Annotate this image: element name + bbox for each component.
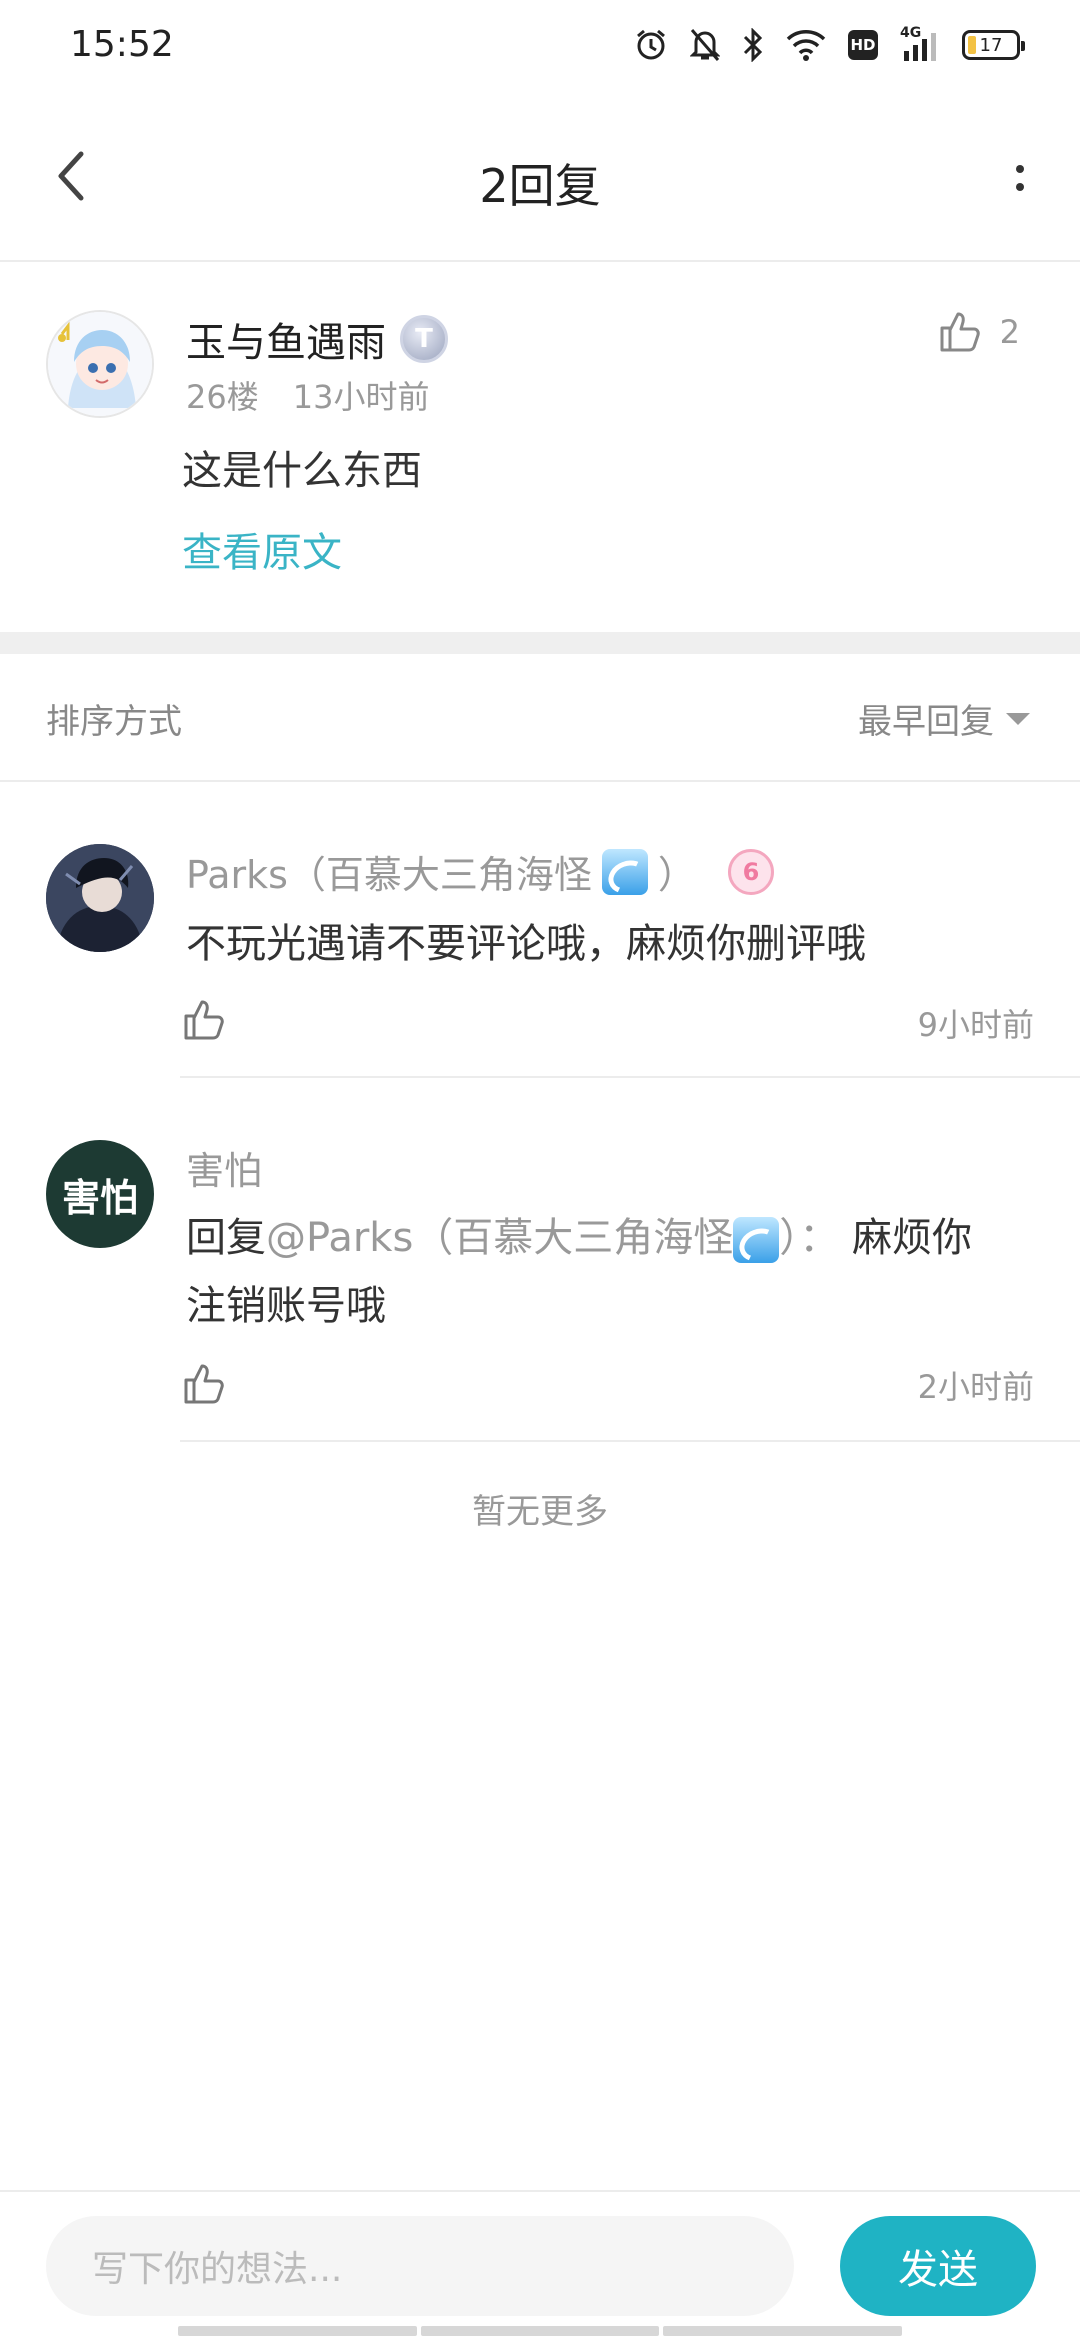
level-badge: T	[400, 315, 448, 363]
signal-icon: 4G	[900, 25, 940, 61]
status-time: 15:52	[70, 24, 174, 65]
status-icons: HD 4G 17	[634, 25, 1025, 62]
reply-username[interactable]: Parks（百慕大三角海怪） 6	[186, 844, 774, 899]
sort-bar: 排序方式 最早回复	[0, 654, 1080, 782]
reply-item: 害怕 害怕 回复@Parks（百慕大三角海怪）： 麻烦你 注销账号哦 2小时前	[0, 1078, 1080, 1442]
header: 2回复	[0, 96, 1080, 262]
comment-time: 13小时前	[292, 378, 430, 416]
battery-level: 17	[979, 34, 1003, 56]
battery-icon: 17	[962, 30, 1025, 60]
avatar[interactable]: 害怕	[46, 1140, 154, 1248]
reply-text: 不玩光遇请不要评论哦，麻烦你删评哦	[186, 921, 866, 967]
level-badge: 6	[727, 848, 774, 895]
wifi-icon	[786, 30, 826, 61]
like-button[interactable]	[182, 998, 226, 1042]
status-bar: 15:52 HD 4G 17	[0, 0, 1080, 96]
character-avatar-icon	[46, 844, 154, 952]
original-comment: 玉与鱼遇雨 T 26楼 13小时前 这是什么东西 查看原文 2	[0, 262, 1080, 632]
mute-bell-icon	[690, 29, 720, 61]
page-title: 2回复	[479, 159, 601, 213]
anime-avatar-icon	[48, 312, 152, 416]
view-original-link[interactable]: 查看原文	[182, 520, 342, 578]
bluetooth-icon	[743, 28, 763, 62]
home-indicator	[178, 2326, 903, 2336]
sort-selected: 最早回复	[858, 702, 994, 742]
like-button[interactable]	[182, 1362, 226, 1406]
avatar[interactable]	[46, 310, 154, 418]
send-button[interactable]: 发送	[840, 2216, 1036, 2316]
wave-emoji-icon	[601, 848, 648, 895]
hd-icon: HD	[848, 30, 878, 60]
like-count: 2	[999, 313, 1020, 351]
comment-input-bar: 写下你的想法... 发送	[0, 2190, 1080, 2340]
thumbs-up-icon	[184, 1000, 224, 1040]
sort-label: 排序方式	[46, 702, 182, 742]
comment-input[interactable]: 写下你的想法...	[46, 2216, 794, 2316]
no-more-text: 暂无更多	[472, 1492, 608, 1532]
reply-time: 9小时前	[917, 1006, 1034, 1044]
mention-link[interactable]: @Parks（百慕大三角海怪）：	[266, 1215, 839, 1263]
more-options-button[interactable]	[1000, 148, 1040, 208]
like-button[interactable]: 2	[938, 310, 1020, 354]
avatar[interactable]	[46, 844, 154, 952]
comment-text: 这是什么东西	[182, 448, 422, 494]
avatar-text: 害怕	[61, 1175, 138, 1220]
reply-text: 回复@Parks（百慕大三角海怪）： 麻烦你 注销账号哦	[186, 1215, 973, 1329]
original-username[interactable]: 玉与鱼遇雨 T	[186, 310, 448, 368]
thumbs-up-icon	[184, 1364, 224, 1404]
divider	[180, 1440, 1080, 1442]
sort-dropdown[interactable]: 最早回复	[858, 694, 1030, 743]
reply-username[interactable]: 害怕	[186, 1140, 262, 1195]
alarm-icon	[637, 29, 665, 60]
comment-meta: 26楼 13小时前	[186, 372, 429, 418]
section-divider	[0, 632, 1080, 654]
floor-number: 26楼	[186, 378, 259, 416]
reply-item: Parks（百慕大三角海怪） 6 不玩光遇请不要评论哦，麻烦你删评哦 9小时前	[0, 782, 1080, 1078]
caret-down-icon	[1006, 712, 1030, 725]
thumbs-up-icon	[940, 312, 980, 352]
reply-time: 2小时前	[917, 1368, 1034, 1406]
wave-emoji-icon	[733, 1217, 780, 1263]
